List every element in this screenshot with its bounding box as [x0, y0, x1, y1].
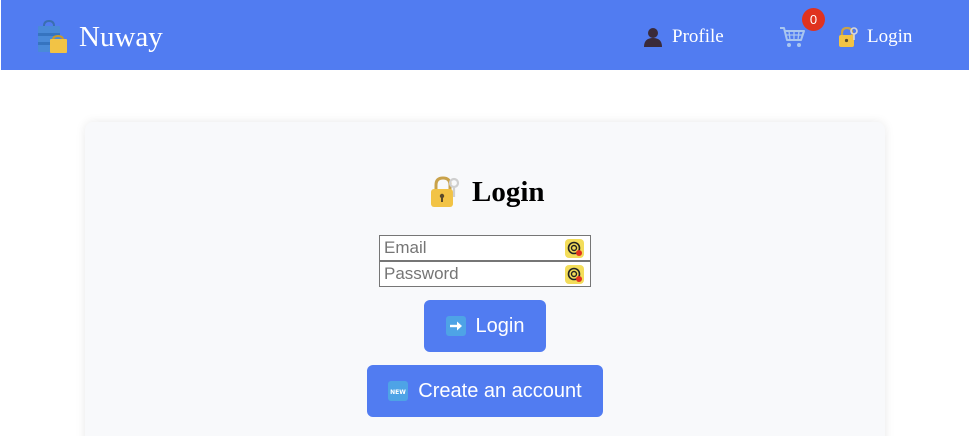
lock-with-key-icon [431, 176, 460, 207]
profile-link-label: Profile [672, 26, 724, 47]
brand-link[interactable]: Nuway [35, 19, 163, 55]
new-badge-icon: NEW [388, 381, 409, 401]
password-manager-icon[interactable] [565, 239, 584, 258]
bust-in-silhouette-icon [644, 28, 662, 47]
right-arrow-icon [445, 316, 466, 336]
cart-link[interactable] [779, 25, 807, 49]
password-manager-icon[interactable] [565, 265, 584, 284]
login-link-label: Login [867, 26, 913, 47]
shopping-bags-icon [38, 20, 67, 53]
create-account-button-label: Create an account [418, 379, 582, 402]
shopping-cart-icon [780, 27, 805, 47]
login-link[interactable]: Login [837, 24, 912, 50]
new-badge-text: NEW [390, 389, 406, 396]
password-input[interactable] [380, 262, 590, 286]
lock-with-key-icon [839, 26, 858, 47]
create-account-button[interactable]: NEW Create an account [367, 365, 603, 417]
email-input[interactable] [380, 236, 590, 260]
login-button-label: Login [475, 314, 525, 337]
brand-name: Nuway [79, 21, 163, 53]
login-title: Login [472, 176, 545, 208]
top-navbar: Nuway Profile 0 Login [1, 0, 969, 70]
email-field[interactable] [379, 235, 591, 261]
login-heading: Login [428, 172, 545, 212]
cart-count-badge: 0 [802, 8, 825, 31]
login-button[interactable]: Login [424, 300, 546, 352]
profile-link[interactable]: Profile [642, 24, 724, 50]
password-field[interactable] [379, 261, 591, 287]
